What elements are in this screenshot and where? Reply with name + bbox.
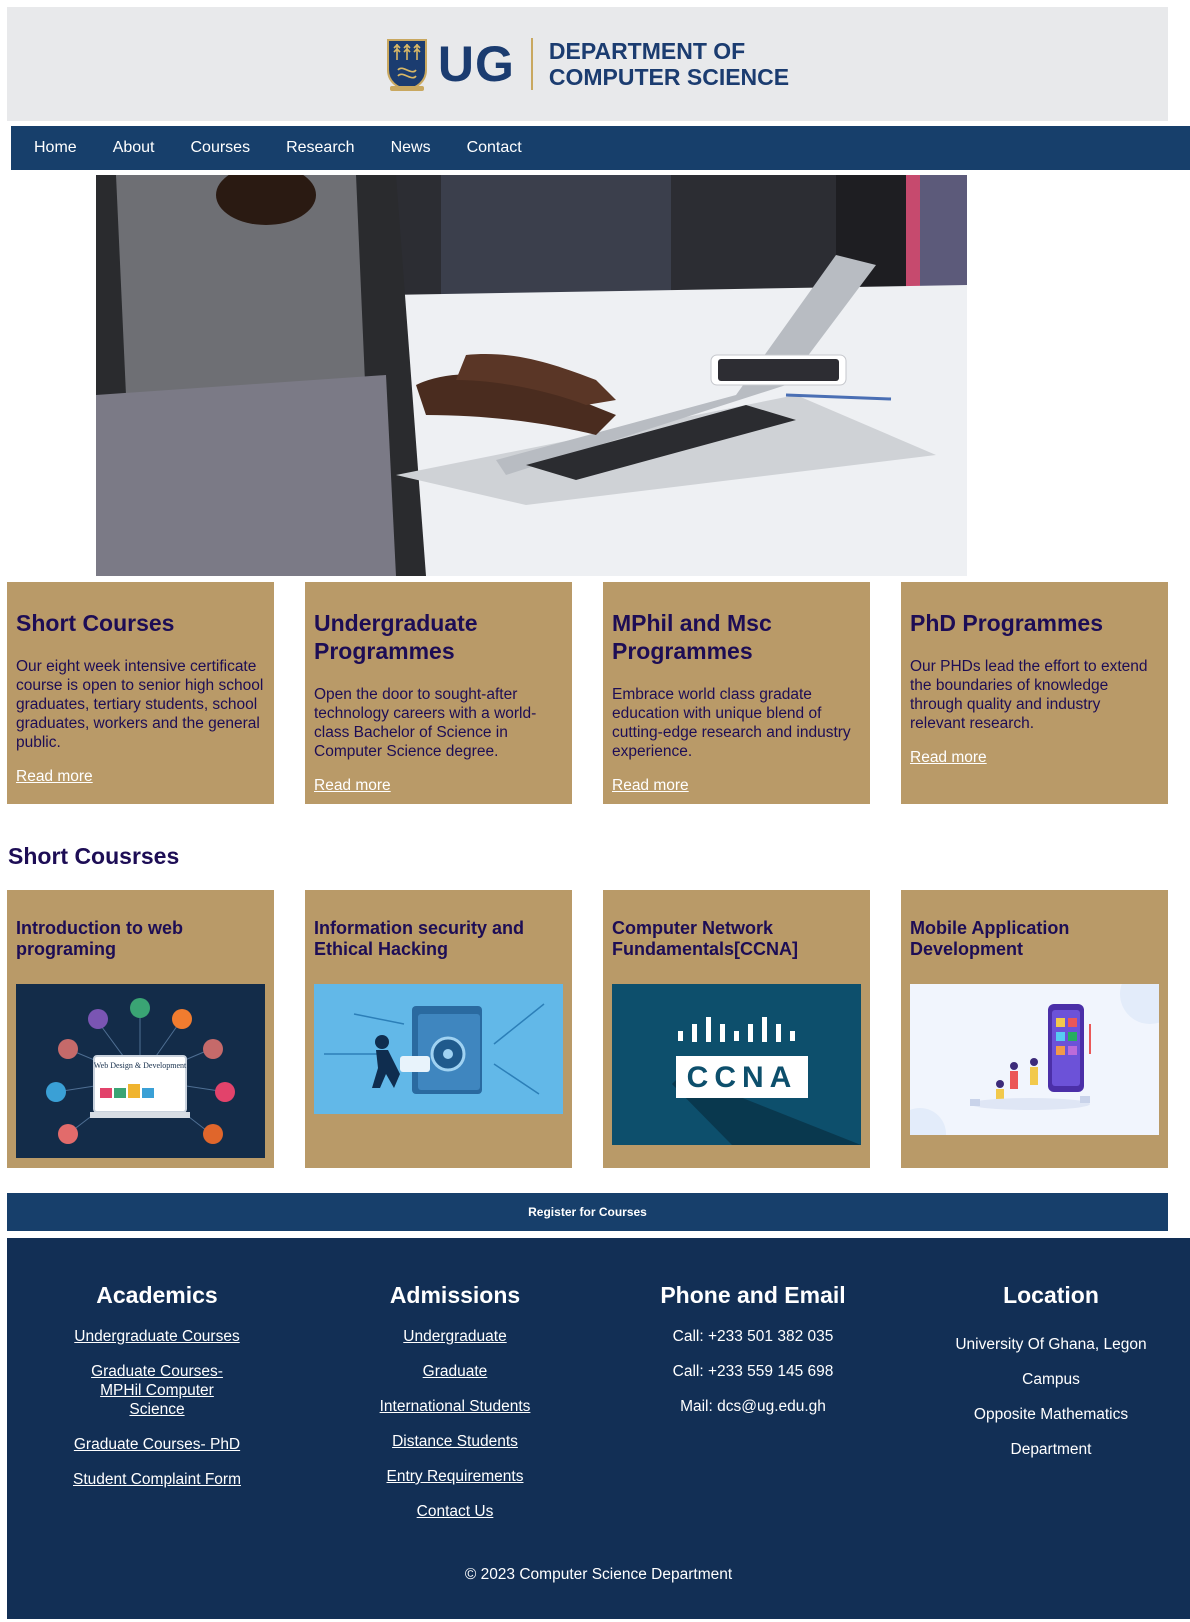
footer-link-complaint-form[interactable]: Student Complaint Form <box>27 1470 287 1489</box>
short-course-title: Computer Network Fundamentals[CCNA] <box>612 918 799 959</box>
nav-contact[interactable]: Contact <box>467 139 522 157</box>
ccna-image-label: CCNA <box>687 1061 798 1094</box>
programme-title: Short Courses <box>16 610 175 636</box>
short-course-title: Information security and Ethical Hacking <box>314 918 525 959</box>
footer-heading-admissions: Admissions <box>389 1282 521 1308</box>
short-course-title: Mobile Application Development <box>910 918 1070 959</box>
footer-link-distance[interactable]: Distance Students <box>325 1432 585 1451</box>
logo-ug-text: UG <box>437 36 515 92</box>
footer-link-undergraduate-courses[interactable]: Undergraduate Courses <box>27 1327 287 1346</box>
footer-link-graduate-mphil[interactable]: Graduate Courses- MPHil Computer Science <box>27 1362 287 1419</box>
footer-location-line: University Of Ghana, Legon <box>955 1336 1147 1353</box>
programme-description: Our eight week intensive certificate cou… <box>16 658 264 751</box>
footer-link-contact-us[interactable]: Contact Us <box>325 1502 585 1521</box>
register-button[interactable]: Register for Courses <box>7 1193 1168 1231</box>
nav-courses[interactable]: Courses <box>191 139 251 157</box>
footer-location-line: Opposite Mathematics <box>973 1406 1129 1423</box>
web-design-image-label: Web Design & Development <box>94 1061 187 1070</box>
footer-link-international[interactable]: International Students <box>325 1397 585 1416</box>
short-course-card-mobile[interactable]: Mobile Application Development <box>901 890 1168 1168</box>
main-nav: Home About Courses Research News Contact <box>11 126 1190 170</box>
read-more-link[interactable]: Read more <box>314 777 391 794</box>
programme-card-undergraduate: Undergraduate Programmes Open the door t… <box>305 582 572 804</box>
site-logo[interactable]: UG DEPARTMENT OF COMPUTER SCIENCE <box>386 35 789 93</box>
footer-link-entry-requirements[interactable]: Entry Requirements <box>325 1467 585 1486</box>
department-line-1: DEPARTMENT OF <box>548 38 746 64</box>
footer-location: Location University Of Ghana, Legon Camp… <box>921 1282 1181 1467</box>
read-more-link[interactable]: Read more <box>910 749 987 766</box>
footer-heading-contact: Phone and Email <box>660 1282 846 1308</box>
university-crest-icon <box>386 39 427 92</box>
programme-description: Open the door to sought-after technology… <box>314 686 537 760</box>
programme-description: Embrace world class gradate education wi… <box>612 686 851 760</box>
site-header: UG DEPARTMENT OF COMPUTER SCIENCE <box>7 7 1168 121</box>
short-course-card-web[interactable]: Introduction to web programing Web Desig… <box>7 890 274 1168</box>
copyright: © 2023 Computer Science Department <box>464 1566 733 1583</box>
short-course-title: Introduction to web programing <box>16 918 183 959</box>
footer-email: Mail: dcs@ug.edu.gh <box>680 1398 826 1415</box>
programme-card-phd: PhD Programmes Our PHDs lead the effort … <box>901 582 1168 804</box>
footer-location-line: Campus <box>1022 1371 1080 1388</box>
nav-about[interactable]: About <box>113 139 155 157</box>
logo-divider <box>530 38 533 90</box>
footer-phone-2: Call: +233 559 145 698 <box>672 1363 834 1380</box>
footer-contact: Phone and Email Call: +233 501 382 035 C… <box>623 1282 883 1432</box>
programme-card-short-courses: Short Courses Our eight week intensive c… <box>7 582 274 804</box>
security-illustration <box>314 984 563 1119</box>
programme-title: Undergraduate Programmes <box>314 610 478 664</box>
footer-heading-academics: Academics <box>96 1282 218 1308</box>
footer-location-line: Department <box>1010 1441 1092 1458</box>
nav-news[interactable]: News <box>391 139 431 157</box>
site-footer: Academics Undergraduate Courses Graduate… <box>7 1238 1190 1619</box>
hero-image <box>96 175 967 576</box>
ccna-illustration: CCNA <box>612 984 861 1150</box>
footer-academics: Academics Undergraduate Courses Graduate… <box>27 1282 287 1505</box>
footer-phone-1: Call: +233 501 382 035 <box>672 1328 834 1345</box>
read-more-link[interactable]: Read more <box>16 768 93 785</box>
department-line-2: COMPUTER SCIENCE <box>548 64 790 90</box>
programme-card-mphil-msc: MPhil and Msc Programmes Embrace world c… <box>603 582 870 804</box>
mobile-app-illustration <box>910 984 1159 1140</box>
programme-title: MPhil and Msc Programmes <box>612 610 772 664</box>
read-more-link[interactable]: Read more <box>612 777 689 794</box>
footer-admissions: Admissions Undergraduate Graduate Intern… <box>325 1282 585 1537</box>
register-button-label: Register for Courses <box>528 1205 647 1219</box>
footer-heading-location: Location <box>1003 1282 1099 1308</box>
department-name: DEPARTMENT OF COMPUTER SCIENCE <box>549 38 789 90</box>
nav-research[interactable]: Research <box>286 139 354 157</box>
short-course-card-security[interactable]: Information security and Ethical Hacking <box>305 890 572 1168</box>
nav-home[interactable]: Home <box>34 139 77 157</box>
short-courses-heading: Short Cousrses <box>8 843 180 869</box>
programme-description: Our PHDs lead the effort to extend the b… <box>910 658 1148 732</box>
web-design-illustration: Web Design & Development <box>16 984 265 1163</box>
footer-link-graduate-phd[interactable]: Graduate Courses- PhD <box>27 1435 287 1454</box>
programme-title: PhD Programmes <box>910 610 1104 636</box>
short-course-card-ccna[interactable]: Computer Network Fundamentals[CCNA] CCNA <box>603 890 870 1168</box>
footer-link-graduate[interactable]: Graduate <box>325 1362 585 1381</box>
footer-link-undergraduate[interactable]: Undergraduate <box>325 1327 585 1346</box>
